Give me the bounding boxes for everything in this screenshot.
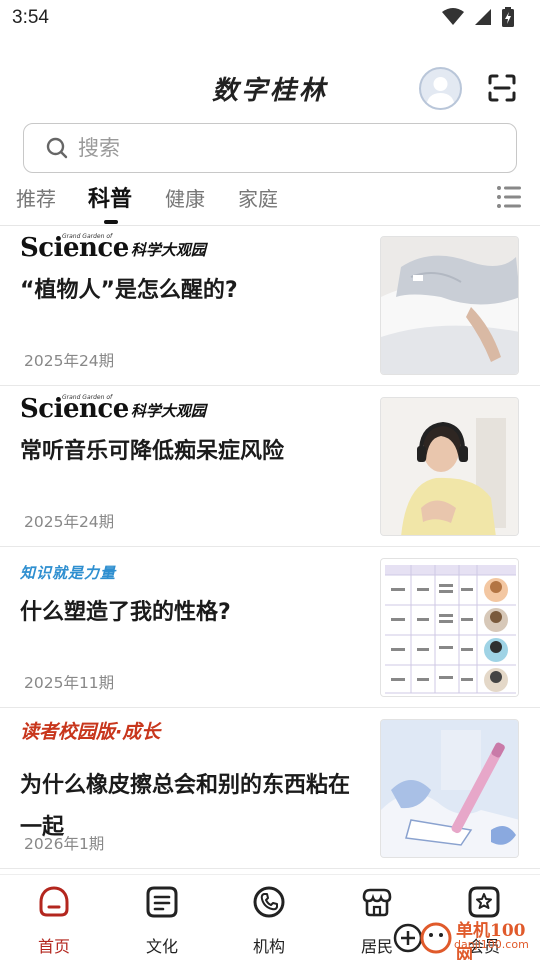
phone-icon <box>253 886 285 918</box>
watermark-logo-icon <box>393 922 452 954</box>
hospital-patient-image <box>381 237 518 374</box>
avatar[interactable] <box>419 67 462 110</box>
article-thumbnail <box>380 397 519 536</box>
tab-recommend[interactable]: 推荐 <box>16 183 56 212</box>
source-tagline: Grand Garden of <box>62 394 113 401</box>
search-icon <box>46 137 68 159</box>
scan-icon <box>488 74 516 102</box>
headphones-woman-image <box>381 398 518 535</box>
tab-menu-icon[interactable] <box>496 185 522 209</box>
article-source: 读者校园版·成长 <box>20 716 160 744</box>
status-bar: 3:54 <box>0 0 540 36</box>
watermark-url: danji100.com <box>454 938 529 951</box>
nav-label: 机构 <box>252 937 285 956</box>
status-time: 3:54 <box>12 7 49 28</box>
article-item[interactable]: 读者校园版·成长 为什么橡皮擦总会和别的东西粘在一起 2026年1期 <box>0 708 540 869</box>
source-logo: 知识就是力量 <box>20 564 117 582</box>
article-item[interactable]: Grand Garden of Science 科学大观园 “植物人”是怎么醒的… <box>0 225 540 386</box>
article-source: Grand Garden of Science 科学大观园 <box>20 233 206 261</box>
article-title: “植物人”是怎么醒的? <box>20 278 238 303</box>
battery-icon <box>502 7 514 27</box>
store-icon <box>362 888 392 917</box>
article-issue: 2025年24期 <box>24 352 115 370</box>
category-tabs: 推荐 科普 健康 家庭 <box>0 180 540 226</box>
home-icon <box>39 886 69 917</box>
article-thumbnail <box>380 558 519 697</box>
article-issue: 2025年24期 <box>24 513 115 531</box>
article-title: 什么塑造了我的性格? <box>20 600 231 625</box>
search-bar[interactable] <box>23 123 517 173</box>
nav-home[interactable]: 首页 <box>14 885 94 957</box>
article-title: 常听音乐可降低痴呆症风险 <box>20 439 285 464</box>
source-logo: 读者校园版·成长 <box>20 721 161 743</box>
personality-table-image <box>381 559 518 696</box>
tab-science[interactable]: 科普 <box>88 181 132 213</box>
signal-icon <box>475 9 491 25</box>
wifi-icon <box>442 8 464 25</box>
article-issue: 2025年11期 <box>24 674 115 692</box>
user-silhouette-icon <box>426 77 455 108</box>
source-subtitle: 科学大观园 <box>130 241 206 259</box>
star-badge-icon <box>468 886 500 918</box>
active-tab-indicator <box>104 220 118 224</box>
nav-label: 首页 <box>37 937 70 956</box>
nav-institution[interactable]: 机构 <box>229 885 309 957</box>
article-thumbnail <box>380 719 519 858</box>
nav-culture[interactable]: 文化 <box>122 885 202 957</box>
article-thumbnail <box>380 236 519 375</box>
source-subtitle: 科学大观园 <box>130 402 206 420</box>
article-item[interactable]: 知识就是力量 什么塑造了我的性格? 2025年11期 <box>0 547 540 708</box>
watermark: 单机100网 danji100.com <box>392 916 540 960</box>
status-icons <box>442 7 514 27</box>
search-input[interactable] <box>78 133 498 163</box>
article-source: Grand Garden of Science 科学大观园 <box>20 394 206 422</box>
tab-health[interactable]: 健康 <box>165 183 205 212</box>
tab-family[interactable]: 家庭 <box>238 183 278 212</box>
scan-button[interactable] <box>487 73 517 103</box>
article-source: 知识就是力量 <box>20 555 116 583</box>
article-issue: 2026年1期 <box>24 835 105 853</box>
document-icon <box>146 886 178 918</box>
nav-label: 文化 <box>145 937 178 956</box>
source-tagline: Grand Garden of <box>62 233 113 240</box>
eraser-pen-illustration <box>381 720 518 857</box>
article-item[interactable]: Grand Garden of Science 科学大观园 常听音乐可降低痴呆症… <box>0 386 540 547</box>
